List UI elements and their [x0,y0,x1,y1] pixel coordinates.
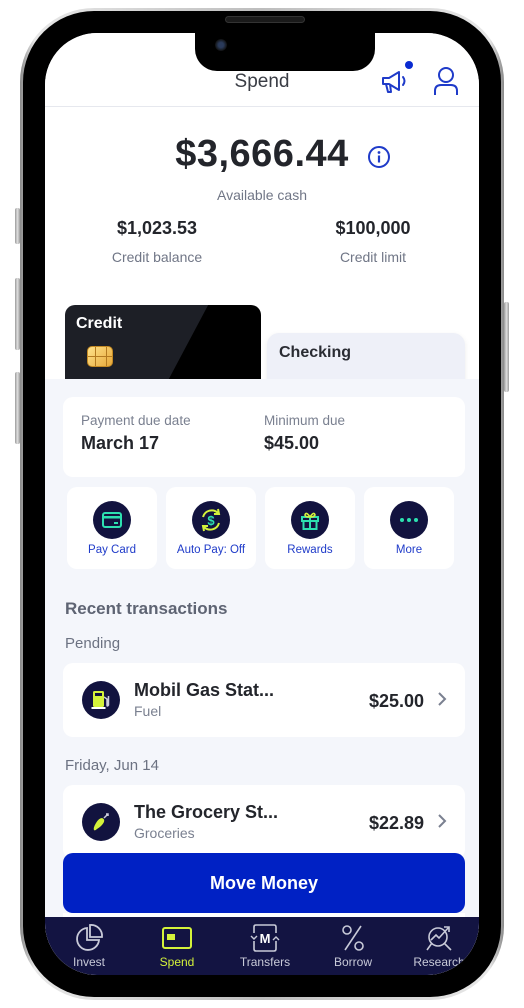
power-button [504,302,509,392]
tab-borrow[interactable]: Borrow [309,923,397,969]
pie-chart-icon [76,924,103,951]
more-button[interactable]: More [364,487,454,569]
transaction-row[interactable]: Mobil Gas Stat... Fuel $25.00 [63,663,465,737]
rewards-button[interactable]: Rewards [265,487,355,569]
available-cash-label: Available cash [216,187,308,203]
available-cash: $3,666.44 [45,133,479,176]
autopay-label: Auto Pay: Off [176,544,246,556]
profile-icon[interactable] [432,66,460,96]
transfer-icon: M [250,924,280,952]
credit-card-title: Credit [76,315,123,332]
rewards-label: Rewards [287,544,333,556]
more-dots-icon [400,518,418,522]
pay-card-label: Pay Card [88,544,136,556]
recent-transactions-title: Recent transactions [65,599,228,618]
volume-up-button [15,278,20,350]
notch [195,33,375,71]
tab-bar: Invest Spend M Transfers Borrow Research [45,917,479,975]
gift-icon [301,512,319,530]
group-label-pending: Pending [65,635,121,652]
transaction-category: Groceries [134,825,195,841]
summary-area: Spend $3,666.44 Available cash $1,023.53… [45,33,479,433]
tab-invest[interactable]: Invest [45,923,133,969]
gas-pump-icon [91,691,110,709]
credit-limit: $100,000 Credit limit [283,218,463,265]
min-due-label: Minimum due [264,413,346,428]
pay-card-button[interactable]: Pay Card [67,487,157,569]
checking-card-title: Checking [279,344,352,361]
move-money-button[interactable]: Move Money [63,853,465,913]
tab-spend[interactable]: Spend [133,923,221,969]
min-due-value: $45.00 [264,433,320,453]
megaphone-icon[interactable] [379,67,409,97]
quick-actions: Pay Card $ Auto Pay: Off Rewards More [65,487,465,569]
speaker-grill [225,16,305,23]
transaction-amount: $25.00 [368,691,424,711]
tab-transfers[interactable]: M Transfers [221,923,309,969]
payment-due-box: Payment due date March 17 Minimum due $4… [63,397,465,477]
chevron-right-icon [438,692,447,706]
svg-text:$: $ [207,513,215,528]
due-date-label: Payment due date [81,413,191,428]
info-icon[interactable] [367,145,391,169]
svg-text:M: M [260,931,271,946]
credit-limit-label: Credit limit [339,249,407,265]
transaction-name: Mobil Gas Stat... [134,680,275,700]
credit-balance-value: $1,023.53 [116,218,198,238]
percent-icon [342,925,364,951]
minimum-due: Minimum due $45.00 [264,413,345,454]
transaction-name: The Grocery St... [134,802,279,822]
transaction-row[interactable]: The Grocery St... Groceries $22.89 [63,785,465,859]
phone-bezel: Spend $3,666.44 Available cash $1,023.53… [23,11,501,997]
tab-spend-label: Spend [159,955,195,969]
card-icon [162,927,192,949]
volume-down-button [15,372,20,444]
tab-research[interactable]: Research [395,923,479,969]
group-label-date: Friday, Jun 14 [65,757,159,774]
camera-icon [215,39,227,51]
autopay-button[interactable]: $ Auto Pay: Off [166,487,256,569]
phone-frame: Spend $3,666.44 Available cash $1,023.53… [20,8,504,1000]
carrot-icon [93,813,109,831]
credit-balance-label: Credit balance [111,249,203,265]
mute-switch [15,208,20,244]
page-title: Spend [234,71,290,92]
autopay-dollar-icon: $ [201,508,221,532]
details-sheet: Payment due date March 17 Minimum due $4… [45,379,479,975]
payment-due-date: Payment due date March 17 [81,413,191,454]
chevron-right-icon [438,814,447,828]
credit-limit-value: $100,000 [335,218,411,238]
credit-card-icon [102,512,122,528]
research-icon [426,926,452,951]
available-cash-amount: $3,666.44 [175,133,349,175]
tab-transfers-label: Transfers [239,955,291,969]
tab-research-label: Research [413,955,465,969]
tab-invest-label: Invest [72,955,105,969]
app-screen: Spend $3,666.44 Available cash $1,023.53… [45,33,479,975]
transaction-category: Fuel [134,703,162,719]
due-date-value: March 17 [81,433,160,453]
transaction-amount: $22.89 [368,813,424,833]
chip-icon [87,346,113,367]
notification-dot [405,61,413,69]
tab-borrow-label: Borrow [333,955,372,969]
more-label: More [395,544,423,556]
credit-balance: $1,023.53 Credit balance [67,218,247,265]
